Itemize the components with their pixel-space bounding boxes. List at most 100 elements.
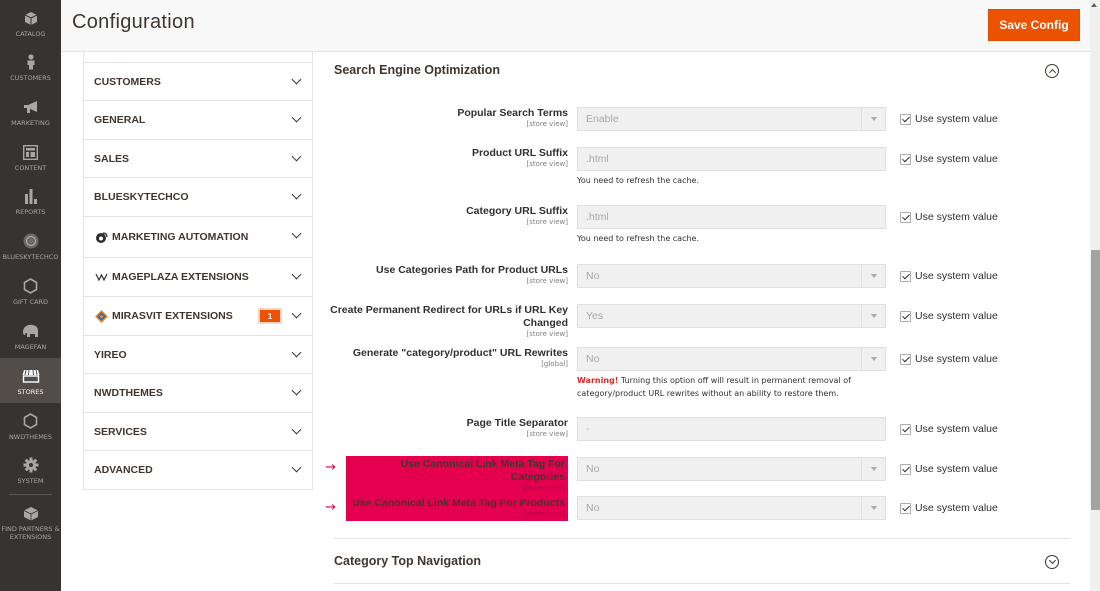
mageplaza-icon <box>94 271 108 283</box>
permanent-redirect-select[interactable]: Yes <box>577 304 886 328</box>
tab-label: YIREO <box>94 349 127 361</box>
use-categories-path-select[interactable]: No <box>577 264 886 288</box>
use-system-value-checkbox[interactable]: Use system value <box>900 310 998 322</box>
hexagon-icon <box>22 277 40 295</box>
tab-customers[interactable]: CUSTOMERS <box>84 62 312 101</box>
menu-label: CONTENT <box>14 164 47 172</box>
storefront-icon <box>22 367 40 385</box>
menu-item-reports[interactable]: REPORTS <box>0 178 61 222</box>
elephant-icon <box>22 322 40 340</box>
chevron-down-icon <box>291 308 302 319</box>
tab-label: SERVICES <box>94 426 147 438</box>
chevron-down-icon <box>291 112 302 123</box>
menu-label: FIND PARTNERS & EXTENSIONS <box>1 525 60 541</box>
checkbox-checked-icon <box>900 502 911 514</box>
use-system-value-checkbox[interactable]: Use system value <box>900 353 998 365</box>
chevron-down-icon <box>291 269 302 280</box>
field-label: Popular Search Terms [store view] <box>457 107 568 128</box>
menu-item-catalog[interactable]: CATALOG <box>0 0 61 44</box>
category-top-navigation-section[interactable]: Category Top Navigation <box>334 538 1070 584</box>
category-url-suffix-input[interactable]: .html <box>577 205 886 229</box>
admin-menu: CATALOG CUSTOMERS MARKETING CONTENT REPO… <box>0 0 61 591</box>
warning-note: Warning! Turning this option off will re… <box>577 374 867 400</box>
menu-item-nwdthemes[interactable]: NWDTHEMES <box>0 403 61 447</box>
field-label: Category URL Suffix [store view] <box>466 205 568 226</box>
popular-search-terms-select[interactable]: Enable <box>577 107 886 131</box>
menu-label: STORES <box>17 388 44 396</box>
field-label: Use Categories Path for Product URLs [st… <box>376 264 568 285</box>
chevron-down-icon <box>291 189 302 200</box>
menu-item-customers[interactable]: CUSTOMERS <box>0 44 61 88</box>
section-title: Category Top Navigation <box>334 554 482 568</box>
page-title: Configuration <box>72 11 195 33</box>
use-system-value-checkbox[interactable]: Use system value <box>900 502 998 514</box>
menu-item-stores[interactable]: STORES <box>0 358 61 403</box>
select-arrow-icon <box>861 458 885 480</box>
menu-item-content[interactable]: CONTENT <box>0 134 61 178</box>
menu-item-marketing[interactable]: MARKETING <box>0 89 61 133</box>
field-label-highlighted: Use Canonical Link Meta Tag For Categori… <box>346 456 568 495</box>
select-arrow-icon <box>861 305 885 327</box>
collapse-up-icon[interactable] <box>1045 64 1059 78</box>
menu-item-find-partners[interactable]: FIND PARTNERS & EXTENSIONS <box>0 495 61 545</box>
generate-url-rewrites-select[interactable]: No <box>577 347 886 371</box>
tab-mageplaza-extensions[interactable]: MAGEPLAZA EXTENSIONS <box>84 257 312 296</box>
menu-label: MARKETING <box>11 119 50 127</box>
tab-sales[interactable]: SALES <box>84 139 312 178</box>
canonical-categories-select[interactable]: No <box>577 457 886 481</box>
expand-down-icon[interactable] <box>1045 555 1059 569</box>
save-config-button[interactable]: Save Config <box>988 9 1080 41</box>
tab-blueskytechco[interactable]: BLUESKYTECHCO <box>84 177 312 216</box>
use-system-value-checkbox[interactable]: Use system value <box>900 270 998 282</box>
checkbox-checked-icon <box>900 113 911 125</box>
scroll-up-icon[interactable] <box>1091 3 1097 7</box>
tab-general[interactable]: GENERAL <box>84 100 312 139</box>
page-scrollbar[interactable] <box>1090 0 1100 591</box>
tab-advanced[interactable]: ADVANCED <box>84 450 312 489</box>
tab-marketing-automation[interactable]: MARKETING AUTOMATION <box>84 216 312 257</box>
use-system-value-checkbox[interactable]: Use system value <box>900 113 998 125</box>
menu-label: GIFT CARD <box>12 298 49 306</box>
gear-icon <box>22 456 40 474</box>
chevron-down-icon <box>291 74 302 85</box>
tab-label: MARKETING AUTOMATION <box>112 231 249 243</box>
checkbox-checked-icon <box>900 463 911 475</box>
product-url-suffix-input[interactable]: .html <box>577 147 886 171</box>
tab-label: MAGEPLAZA EXTENSIONS <box>112 271 249 283</box>
menu-item-gift-card[interactable]: GIFT CARD <box>0 268 61 312</box>
tab-services[interactable]: SERVICES <box>84 412 312 451</box>
menu-label: BLUESKYTECHCO <box>2 253 59 261</box>
warning-label: Warning! <box>577 376 619 385</box>
tab-label: SALES <box>94 153 130 165</box>
blocks-icon <box>22 504 40 522</box>
field-label: Create Permanent Redirect for URLs if UR… <box>330 304 568 338</box>
page-title-separator-input[interactable]: - <box>577 417 886 441</box>
checkbox-checked-icon <box>900 270 911 282</box>
tab-yireo[interactable]: YIREO <box>84 335 312 374</box>
menu-item-system[interactable]: SYSTEM <box>0 447 61 491</box>
menu-label: NWDTHEMES <box>8 433 53 441</box>
use-system-value-checkbox[interactable]: Use system value <box>900 423 998 435</box>
use-system-value-checkbox[interactable]: Use system value <box>900 153 998 165</box>
seal-icon <box>22 232 40 250</box>
section-title: Search Engine Optimization <box>334 63 500 77</box>
scrollbar-thumb[interactable] <box>1091 250 1100 510</box>
tab-mirasvit-extensions[interactable]: MIRASVIT EXTENSIONS 1 <box>84 296 312 335</box>
tab-nwdthemes[interactable]: NWDTHEMES <box>84 373 312 412</box>
field-label: Product URL Suffix [store view] <box>471 147 568 168</box>
menu-item-magefan[interactable]: MAGEFAN <box>0 313 61 357</box>
tab-label: NWDTHEMES <box>94 387 163 399</box>
chevron-down-icon <box>291 462 302 473</box>
tab-label: GENERAL <box>94 114 146 126</box>
use-system-value-checkbox[interactable]: Use system value <box>900 211 998 223</box>
arrow-right-icon: → <box>325 500 336 515</box>
notification-badge: 1 <box>260 310 280 322</box>
chevron-down-icon <box>291 424 302 435</box>
seo-section-header[interactable]: Search Engine Optimization <box>334 53 1070 85</box>
bar-chart-icon <box>22 187 40 205</box>
canonical-products-select[interactable]: No <box>577 496 886 520</box>
use-system-value-checkbox[interactable]: Use system value <box>900 463 998 475</box>
checkbox-checked-icon <box>900 153 911 165</box>
checkbox-checked-icon <box>900 310 911 322</box>
menu-item-blueskytechco[interactable]: BLUESKYTECHCO <box>0 223 61 267</box>
